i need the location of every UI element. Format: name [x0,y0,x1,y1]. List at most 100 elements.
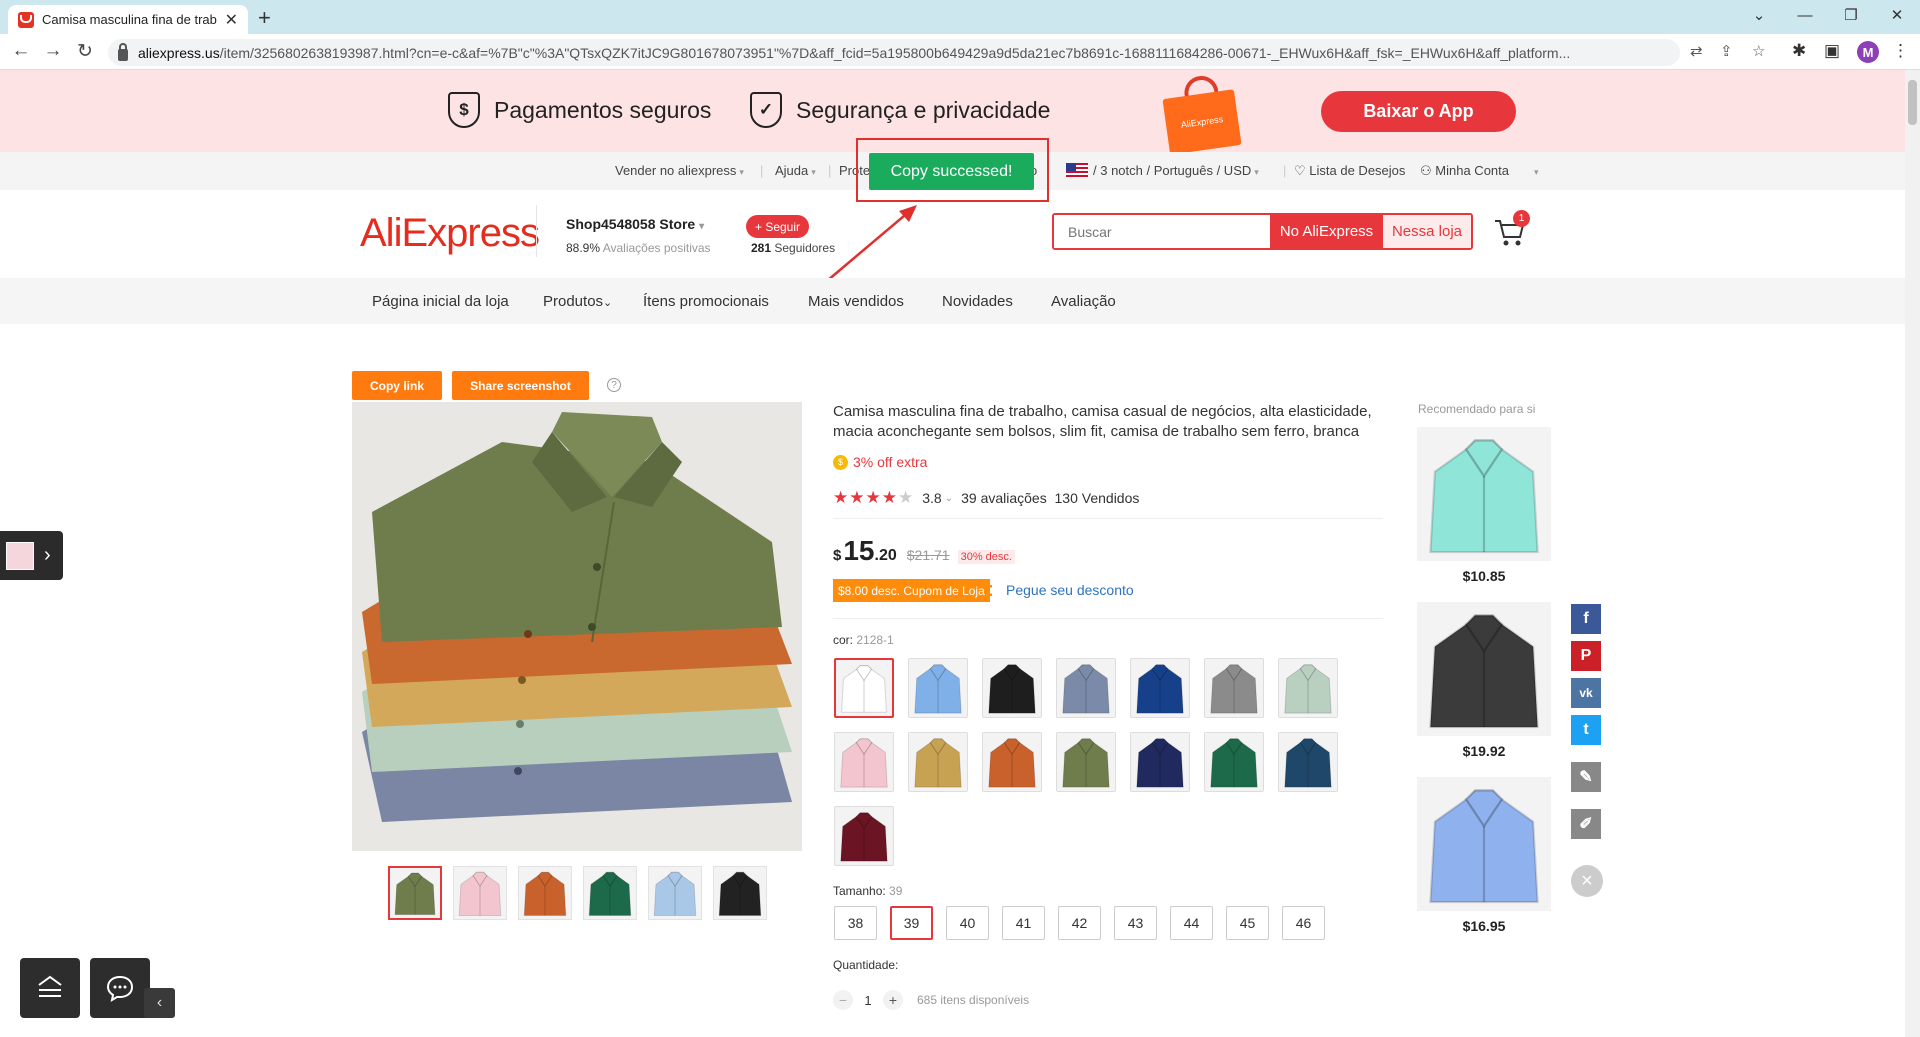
buyer-protection-link[interactable]: Prote [839,163,870,178]
color-swatch[interactable] [834,732,894,792]
minimize-window-icon[interactable]: — [1782,0,1828,30]
color-swatch[interactable] [1056,732,1116,792]
product-thumbnail[interactable] [453,866,507,920]
search-store-button[interactable]: Nessa loja [1383,215,1471,248]
wishlist-link[interactable]: ♡ Lista de Desejos [1294,163,1405,179]
chat-float-button[interactable] [90,958,150,1018]
region-selector[interactable]: / 3 notch / Português / USD ▾ [1066,163,1259,178]
reload-icon[interactable]: ↻ [73,40,97,63]
size-option[interactable]: 45 [1226,906,1269,940]
color-swatch[interactable] [1056,658,1116,718]
rating-value[interactable]: 3.8 [922,490,941,506]
edit-icon[interactable]: ✎ [1571,762,1601,792]
new-tab-icon[interactable]: + [258,5,271,31]
store-nav-reviews[interactable]: Avaliação [1051,293,1116,310]
product-main-image[interactable] [352,402,802,851]
get-coupon-link[interactable]: Pegue seu desconto [1006,582,1134,598]
product-thumbnail[interactable] [388,866,442,920]
size-option[interactable]: 39 [890,906,933,940]
color-swatch[interactable] [1130,658,1190,718]
scrollbar-thumb[interactable] [1908,80,1917,125]
pinterest-icon[interactable]: P [1571,641,1601,671]
follow-button[interactable]: + Seguir [746,215,809,238]
extensions-icon[interactable]: ✱ [1792,41,1806,61]
twitter-icon[interactable]: t [1571,715,1601,745]
help-icon[interactable]: ? [607,378,621,392]
color-swatch[interactable] [1130,732,1190,792]
size-option[interactable]: 38 [834,906,877,940]
quantity-value[interactable]: 1 [853,993,883,1008]
account-link[interactable]: ⚇ Minha Conta [1420,163,1509,179]
close-share-icon[interactable]: × [1571,865,1603,897]
bookmark-star-icon[interactable]: ☆ [1752,42,1765,60]
color-swatch[interactable] [982,658,1042,718]
color-swatch[interactable] [1204,732,1264,792]
facebook-icon[interactable]: f [1571,604,1601,634]
color-swatch[interactable] [982,732,1042,792]
product-thumbnail[interactable] [713,866,767,920]
size-option[interactable]: 40 [946,906,989,940]
size-option[interactable]: 41 [1002,906,1045,940]
color-swatch[interactable] [1204,658,1264,718]
help-link[interactable]: Ajuda ▾ [775,163,816,178]
size-option[interactable]: 44 [1170,906,1213,940]
color-swatch[interactable] [834,658,894,718]
recommended-product-image[interactable] [1417,427,1551,561]
size-option[interactable]: 43 [1114,906,1157,940]
product-thumbnail[interactable] [583,866,637,920]
store-nav-new[interactable]: Novidades [942,293,1013,310]
url-field[interactable]: aliexpress.us/item/3256802638193987.html… [108,39,1680,66]
side-panel-icon[interactable]: ▣ [1824,41,1840,61]
color-swatch[interactable] [1278,732,1338,792]
search-aliexpress-button[interactable]: No AliExpress [1270,215,1383,248]
store-nav-products[interactable]: Produtos⌄ [543,293,612,310]
store-coupon[interactable]: $8.00 desc. Cupom de Loja [833,579,992,602]
recently-viewed-tab[interactable]: › [0,531,63,580]
size-option[interactable]: 46 [1282,906,1325,940]
product-thumbnail[interactable] [648,866,702,920]
copy-link-button[interactable]: Copy link [352,371,442,400]
vk-icon[interactable]: vk [1571,678,1601,708]
page-scrollbar[interactable] [1905,70,1920,1037]
chevron-down-icon[interactable]: ▾ [1531,163,1539,178]
store-nav-bestsellers[interactable]: Mais vendidos [808,293,904,310]
collapse-float-icon[interactable]: ‹ [144,988,175,1018]
search-input[interactable] [1054,215,1270,248]
quantity-plus-button[interactable]: + [883,990,903,1010]
browser-menu-icon[interactable]: ⋮ [1892,41,1909,61]
color-swatch[interactable] [834,806,894,866]
tab-search-icon[interactable]: ⌄ [1736,0,1782,30]
color-swatch[interactable] [908,658,968,718]
forward-icon[interactable]: → [41,40,65,62]
close-window-icon[interactable]: ✕ [1874,0,1920,30]
share-icon[interactable]: ⇪ [1720,42,1733,60]
aliexpress-logo[interactable]: AliExpress [360,211,540,256]
color-swatch[interactable] [1278,658,1338,718]
download-app-button[interactable]: Baixar o App [1321,91,1516,132]
store-nav-promotions[interactable]: Ítens promocionais [643,293,769,310]
pencil-icon[interactable]: ✐ [1571,809,1601,839]
recommended-product-price[interactable]: $16.95 [1417,918,1551,934]
store-nav-home[interactable]: Página inicial da loja [372,293,509,310]
product-thumbnail[interactable] [518,866,572,920]
recommended-title: Recomendado para si [1418,402,1536,416]
recommended-product-image[interactable] [1417,602,1551,736]
sell-link[interactable]: Vender no aliexpress ▾ [615,163,744,178]
restore-window-icon[interactable]: ❐ [1828,0,1874,30]
reviews-count[interactable]: 39 avaliações [961,490,1047,506]
profile-avatar[interactable]: M [1857,41,1879,63]
recommended-product-image[interactable] [1417,777,1551,911]
store-name[interactable]: Shop4548058 Store ▾ [566,216,704,232]
quantity-minus-button[interactable]: − [833,990,853,1010]
browser-tab[interactable]: Camisa masculina fina de trab ✕ [8,5,248,34]
back-icon[interactable]: ← [9,40,33,62]
translate-icon[interactable]: ⇄ [1690,42,1703,60]
tab-close-icon[interactable]: ✕ [225,10,238,30]
share-screenshot-button[interactable]: Share screenshot [452,371,589,400]
menu-float-button[interactable] [20,958,80,1018]
recommended-product-price[interactable]: $19.92 [1417,743,1551,759]
size-option[interactable]: 42 [1058,906,1101,940]
color-swatch[interactable] [908,732,968,792]
chevron-down-icon[interactable]: ⌄ [945,493,953,504]
recommended-product-price[interactable]: $10.85 [1417,568,1551,584]
